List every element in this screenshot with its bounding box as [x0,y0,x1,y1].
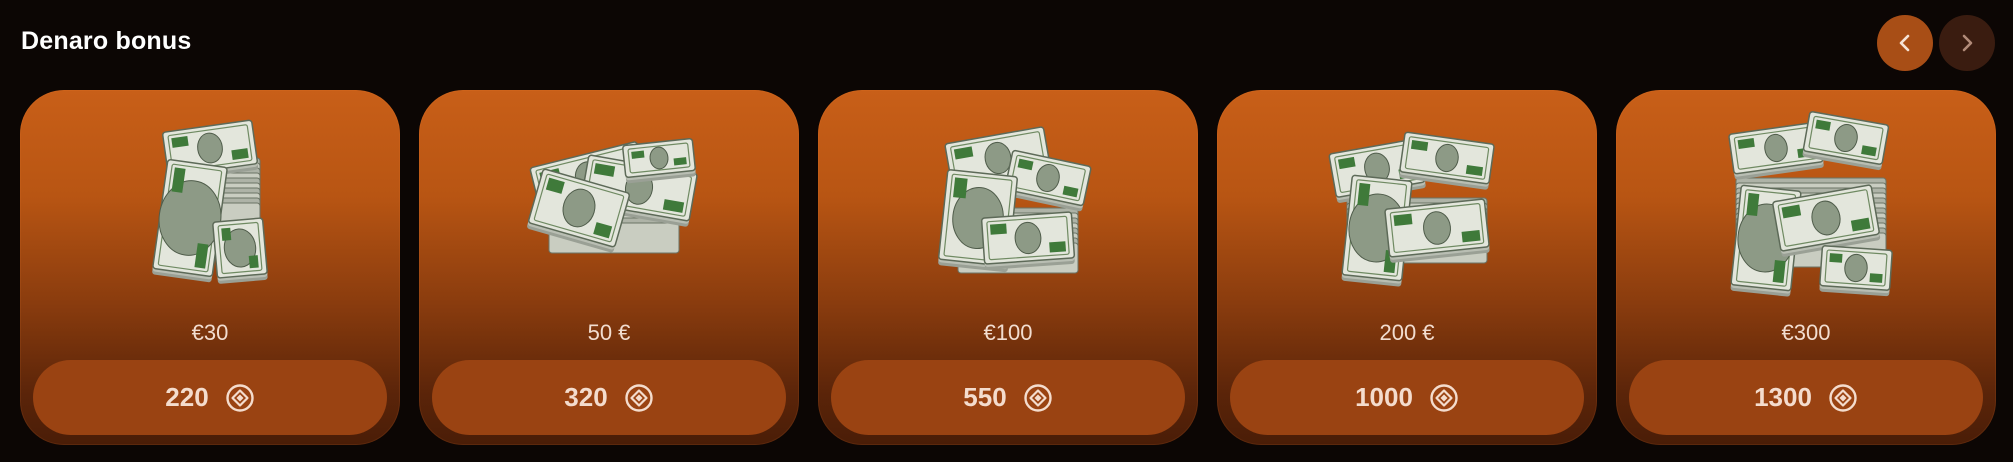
buy-bonus-button[interactable]: 220 [33,360,387,435]
buy-bonus-button[interactable]: 1300 [1629,360,1983,435]
cash-stack-icon [110,98,310,298]
diamond-coin-icon [624,383,654,413]
bonus-card[interactable]: €300 1300 [1616,90,1996,445]
buy-bonus-button[interactable]: 550 [831,360,1185,435]
bonus-card[interactable]: 50 € 320 [419,90,799,445]
diamond-coin-icon [1429,383,1459,413]
cash-stack-icon [509,98,709,298]
bonus-price: 200 € [1379,320,1435,345]
bonus-price: €300 [1781,320,1831,345]
bonus-price: €30 [191,320,229,345]
bonus-cost: 1000 [1355,382,1413,412]
bonus-card[interactable]: €30 220 [20,90,400,445]
bonus-cost: 220 [165,382,209,412]
cash-stack-icon [1307,98,1507,298]
bonus-cost: 1300 [1754,382,1812,412]
diamond-coin-icon [225,383,255,413]
chevron-left-icon [1894,32,1916,54]
bonus-cost: 550 [963,382,1007,412]
bonus-price: €100 [983,320,1033,345]
diamond-coin-icon [1023,383,1053,413]
cash-stack-icon [908,98,1108,298]
diamond-coin-icon [1828,383,1858,413]
carousel-prev-button[interactable] [1877,15,1933,71]
buy-bonus-button[interactable]: 320 [432,360,786,435]
buy-bonus-button[interactable]: 1000 [1230,360,1584,435]
page-title: Denaro bonus [21,27,192,55]
cash-stack-icon [1706,98,1906,298]
bonus-card[interactable]: 200 € 1000 [1217,90,1597,445]
bonus-card[interactable]: €100 550 [818,90,1198,445]
carousel-next-button[interactable] [1939,15,1995,71]
chevron-right-icon [1956,32,1978,54]
bonus-price: 50 € [587,320,631,345]
bonus-cost: 320 [564,382,608,412]
